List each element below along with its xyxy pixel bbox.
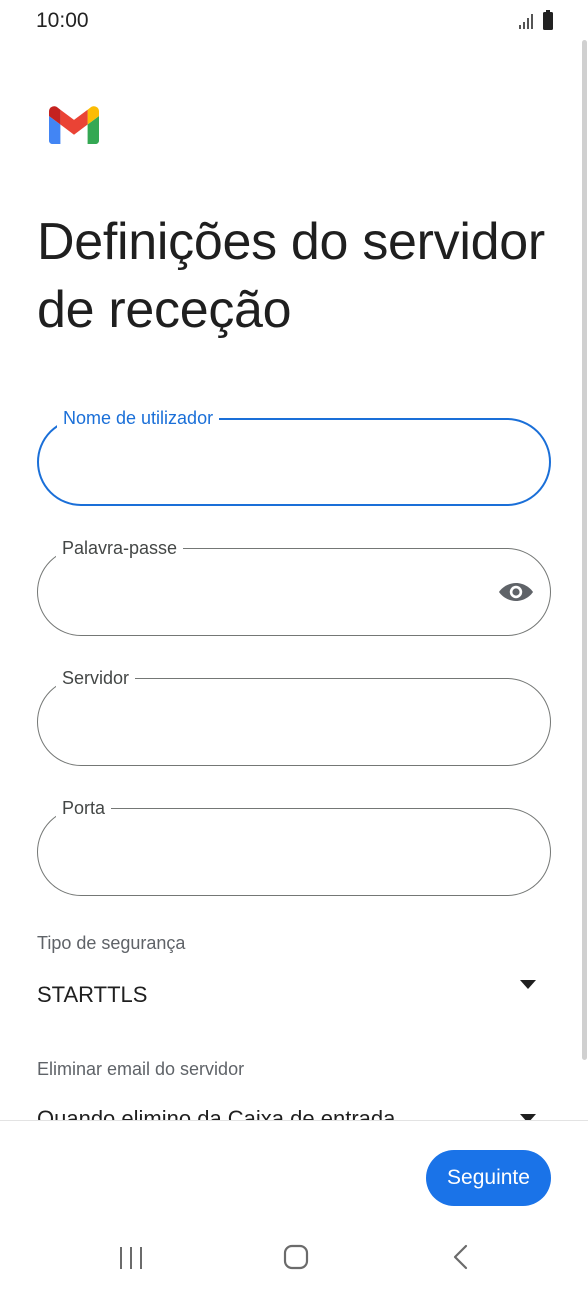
server-field[interactable]: Servidor	[37, 667, 551, 766]
bottom-action-bar: Seguinte	[0, 1120, 588, 1306]
dropdown-arrow-icon	[520, 980, 536, 989]
gmail-logo	[49, 106, 99, 144]
username-input[interactable]	[61, 444, 481, 480]
security-type-label: Tipo de segurança	[37, 933, 186, 953]
server-label: Servidor	[56, 667, 136, 689]
username-label: Nome de utilizador	[57, 407, 220, 429]
page-title: Definições do servidor de receção	[37, 213, 545, 339]
password-input[interactable]	[60, 573, 480, 609]
back-icon[interactable]	[451, 1244, 469, 1270]
username-field[interactable]: Nome de utilizador	[37, 407, 551, 506]
security-type-select[interactable]: STARTTLS	[0, 970, 588, 1016]
form-content: Definições do servidor de receção Nome d…	[0, 0, 588, 1120]
delete-email-value: Quando elimino da Caixa de entrada	[37, 1106, 396, 1120]
port-input[interactable]	[60, 833, 480, 869]
security-type-value: STARTTLS	[37, 982, 148, 1007]
recent-apps-icon[interactable]	[118, 1246, 144, 1270]
next-button[interactable]: Seguinte	[426, 1150, 551, 1206]
delete-email-label: Eliminar email do servidor	[37, 1059, 245, 1079]
port-field[interactable]: Porta	[37, 797, 551, 896]
system-nav-bar	[0, 1232, 588, 1306]
port-label: Porta	[56, 797, 112, 819]
delete-email-select[interactable]: Quando elimino da Caixa de entrada	[0, 1098, 588, 1120]
password-label: Palavra-passe	[56, 537, 184, 559]
password-field[interactable]: Palavra-passe	[37, 537, 551, 636]
server-input[interactable]	[60, 703, 480, 739]
eye-icon[interactable]	[498, 576, 534, 608]
home-icon[interactable]	[283, 1244, 309, 1270]
